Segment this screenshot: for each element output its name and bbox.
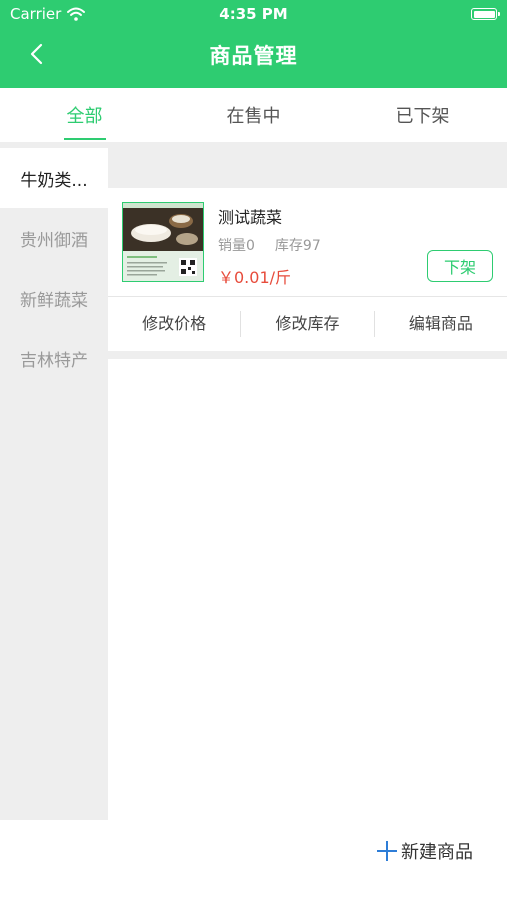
sidebar-item-liquor[interactable]: 贵州御酒 [0, 208, 108, 268]
sidebar-item-jilin-specialty[interactable]: 吉林特产 [0, 328, 108, 388]
tab-on-sale[interactable]: 在售中 [169, 88, 338, 142]
product-info-row[interactable]: 测试蔬菜 销量0 库存97 ￥0.01/斤 下架 [108, 188, 507, 296]
product-name: 测试蔬菜 [218, 208, 283, 227]
edit-product-button[interactable]: 编辑商品 [375, 297, 507, 351]
tab-label: 在售中 [226, 106, 281, 127]
sidebar-item-vegetables[interactable]: 新鲜蔬菜 [0, 268, 108, 328]
top-bar: Carrier 4:35 PM 商品管理 [0, 0, 507, 88]
sidebar-item-label: 新鲜蔬菜 [20, 290, 88, 311]
new-product-button[interactable]: 新建商品 [377, 838, 473, 864]
page-title: 商品管理 [209, 44, 298, 68]
new-product-label: 新建商品 [401, 842, 473, 863]
product-thumbnail [122, 202, 204, 282]
sidebar-item-label: 吉林特产 [20, 350, 88, 371]
sidebar-item-milk[interactable]: 牛奶类... [0, 148, 108, 208]
product-list: 测试蔬菜 销量0 库存97 ￥0.01/斤 下架 修改价格 修改库存 编辑商品 [108, 142, 507, 820]
tab-label: 全部 [66, 106, 103, 127]
delist-button[interactable]: 下架 [427, 250, 493, 282]
list-separator [108, 351, 507, 359]
category-sidebar: 牛奶类... 贵州御酒 新鲜蔬菜 吉林特产 [0, 142, 108, 820]
sidebar-item-label: 贵州御酒 [20, 230, 88, 251]
tab-all[interactable]: 全部 [0, 88, 169, 142]
tab-bar: 全部 在售中 已下架 [0, 88, 507, 142]
edit-stock-button[interactable]: 修改库存 [241, 297, 373, 351]
product-price: ￥0.01/斤 [218, 268, 292, 287]
list-top-spacer [108, 142, 507, 188]
sidebar-item-label: 牛奶类... [20, 170, 88, 191]
product-card: 测试蔬菜 销量0 库存97 ￥0.01/斤 下架 修改价格 修改库存 编辑商品 [108, 188, 507, 351]
product-action-bar: 修改价格 修改库存 编辑商品 [108, 296, 507, 351]
product-stock: 库存97 [274, 238, 321, 254]
tab-delisted[interactable]: 已下架 [338, 88, 507, 142]
edit-price-button[interactable]: 修改价格 [108, 297, 240, 351]
battery-icon [471, 8, 500, 20]
product-sales: 销量0 [218, 238, 255, 254]
status-time: 4:35 PM [219, 5, 288, 23]
tab-label: 已下架 [395, 106, 450, 127]
product-stats: 销量0 库存97 [218, 235, 321, 255]
plus-icon [377, 841, 397, 861]
